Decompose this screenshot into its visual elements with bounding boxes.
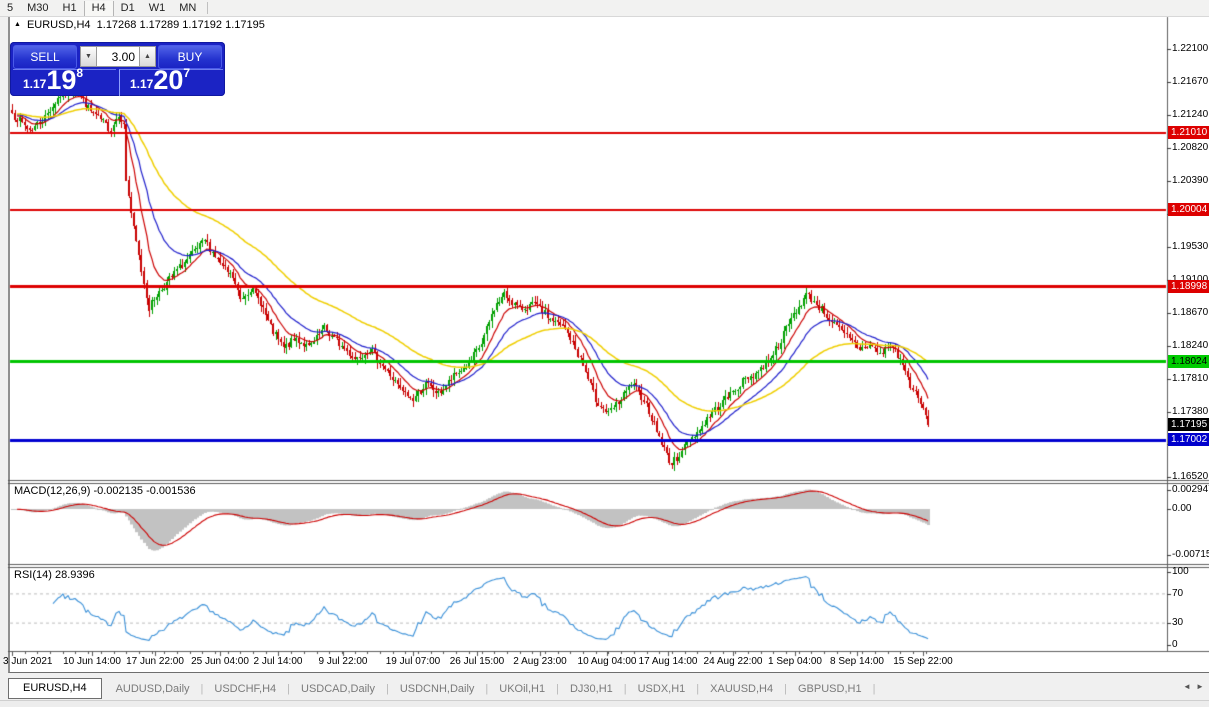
time-axis-label: 2 Aug 23:00 xyxy=(513,656,567,667)
price-level-flag: 1.17195 xyxy=(1168,418,1209,431)
price-level-flag: 1.18998 xyxy=(1168,280,1209,293)
price-axis-tick: 1.17380 xyxy=(1172,406,1209,417)
timeframe-button-m30[interactable]: M30 xyxy=(20,1,55,16)
time-axis-label: 26 Jul 15:00 xyxy=(449,656,505,667)
timeframe-button-w1[interactable]: W1 xyxy=(142,1,173,16)
chart-tab-usdcad[interactable]: USDCAD,Daily xyxy=(291,683,385,695)
price-axis-tick: 1.20390 xyxy=(1172,175,1209,186)
macd-axis-tick: 0.002947 xyxy=(1172,484,1209,495)
bid-price[interactable]: 1.17198 xyxy=(13,65,116,96)
ask-big-digits: 20 xyxy=(153,65,184,95)
chart-tab-dj30[interactable]: DJ30,H1 xyxy=(560,683,623,695)
chart-tab-gbpusd[interactable]: GBPUSD,H1 xyxy=(788,683,872,695)
rsi-label: RSI(14) 28.9396 xyxy=(14,569,95,581)
time-axis-label: 24 Aug 22:00 xyxy=(703,656,763,667)
time-axis-label: 19 Jul 07:00 xyxy=(385,656,441,667)
time-axis-label: 8 Sep 14:00 xyxy=(830,656,884,667)
price-axis-tick: 1.17810 xyxy=(1172,373,1209,384)
volume-stepper: ▼ ▲ xyxy=(80,46,156,67)
time-axis-label: 1 Sep 04:00 xyxy=(768,656,822,667)
price-axis-tick: 1.18670 xyxy=(1172,307,1209,318)
chart-title: ▲ EURUSD,H4 1.17268 1.17289 1.17192 1.171… xyxy=(14,19,265,32)
ask-price[interactable]: 1.17207 xyxy=(119,65,223,96)
chart-tab-xauusd[interactable]: XAUUSD,H4 xyxy=(700,683,783,695)
price-axis-tick: 1.20820 xyxy=(1172,142,1209,153)
time-axis-label: 10 Aug 04:00 xyxy=(577,656,637,667)
time-axis-label: 10 Jun 14:00 xyxy=(63,656,121,667)
price-axis-tick: 1.21670 xyxy=(1172,76,1209,87)
timeframe-toolbar: 5 M30 H1 H4 D1 W1 MN xyxy=(0,0,1209,17)
volume-down-icon[interactable]: ▼ xyxy=(80,46,97,67)
time-axis-label: 17 Jun 22:00 xyxy=(126,656,184,667)
time-axis-label: 17 Aug 14:00 xyxy=(638,656,698,667)
bid-pip-digit: 8 xyxy=(76,66,84,80)
ask-pip-digit: 7 xyxy=(183,66,191,80)
rsi-axis-tick: 0 xyxy=(1172,639,1178,650)
timeframe-button-d1[interactable]: D1 xyxy=(114,1,142,16)
volume-input[interactable] xyxy=(97,46,139,67)
rsi-axis-tick: 30 xyxy=(1172,617,1184,628)
one-click-trade-panel: SELL ▼ ▲ BUY 1.17198 1.17207 xyxy=(10,42,225,96)
chart-ohlc-values: 1.17268 1.17289 1.17192 1.17195 xyxy=(96,19,265,31)
price-level-flag: 1.17002 xyxy=(1168,433,1209,446)
macd-axis-tick: 0.00 xyxy=(1172,503,1192,514)
tab-scroll-right-icon[interactable]: ► xyxy=(1196,682,1204,691)
price-level-flag: 1.20004 xyxy=(1168,203,1209,216)
price-axis-tick: 1.18240 xyxy=(1172,340,1209,351)
volume-up-icon[interactable]: ▲ xyxy=(139,46,156,67)
collapse-icon[interactable]: ▲ xyxy=(14,21,21,28)
macd-label: MACD(12,26,9) -0.002135 -0.001536 xyxy=(14,485,196,497)
bid-prefix: 1.17 xyxy=(23,77,47,91)
chart-symbol: EURUSD,H4 xyxy=(26,19,91,31)
rsi-axis-tick: 100 xyxy=(1172,566,1189,577)
chart-tab-usdchf[interactable]: USDCHF,H4 xyxy=(204,683,286,695)
chart-tabstrip: EURUSD,H4 AUDUSD,Daily | USDCHF,H4 | USDCAD,D… xyxy=(8,677,1209,700)
timeframe-button-h4[interactable]: H4 xyxy=(83,0,114,16)
tab-scroll-left-icon[interactable]: ◄ xyxy=(1183,682,1191,691)
price-level-flag: 1.18024 xyxy=(1168,355,1209,368)
chart-canvas[interactable] xyxy=(0,0,1209,706)
ask-prefix: 1.17 xyxy=(130,77,154,91)
price-axis-tick: 1.21240 xyxy=(1172,109,1209,120)
timeframe-button-mn[interactable]: MN xyxy=(172,1,203,16)
chart-tab-eurusd[interactable]: EURUSD,H4 xyxy=(8,678,102,699)
tab-separator: | xyxy=(872,682,876,695)
chart-tab-audusd[interactable]: AUDUSD,Daily xyxy=(106,683,200,695)
timeframe-button-h1[interactable]: H1 xyxy=(56,1,84,16)
bid-big-digits: 19 xyxy=(46,65,77,95)
chart-tab-usdx[interactable]: USDX,H1 xyxy=(628,683,696,695)
toolbar-separator xyxy=(207,2,209,14)
time-axis-label: 25 Jun 04:00 xyxy=(191,656,249,667)
price-axis-tick: 1.16520 xyxy=(1172,471,1209,482)
rsi-axis-tick: 70 xyxy=(1172,588,1184,599)
timeframe-button-5[interactable]: 5 xyxy=(0,1,20,16)
chart-tab-ukoil[interactable]: UKOil,H1 xyxy=(489,683,555,695)
price-axis-tick: 1.22100 xyxy=(1172,43,1209,54)
macd-axis-tick: -0.007151 xyxy=(1172,549,1209,560)
time-axis-label: 15 Sep 22:00 xyxy=(893,656,953,667)
time-axis-label: 2 Jul 14:00 xyxy=(253,656,303,667)
time-axis-label: 9 Jul 22:00 xyxy=(318,656,368,667)
chart-tab-usdcnh[interactable]: USDCNH,Daily xyxy=(390,683,485,695)
time-axis-label: 3 Jun 2021 xyxy=(3,656,53,667)
price-axis-tick: 1.19530 xyxy=(1172,241,1209,252)
price-level-flag: 1.21010 xyxy=(1168,126,1209,139)
